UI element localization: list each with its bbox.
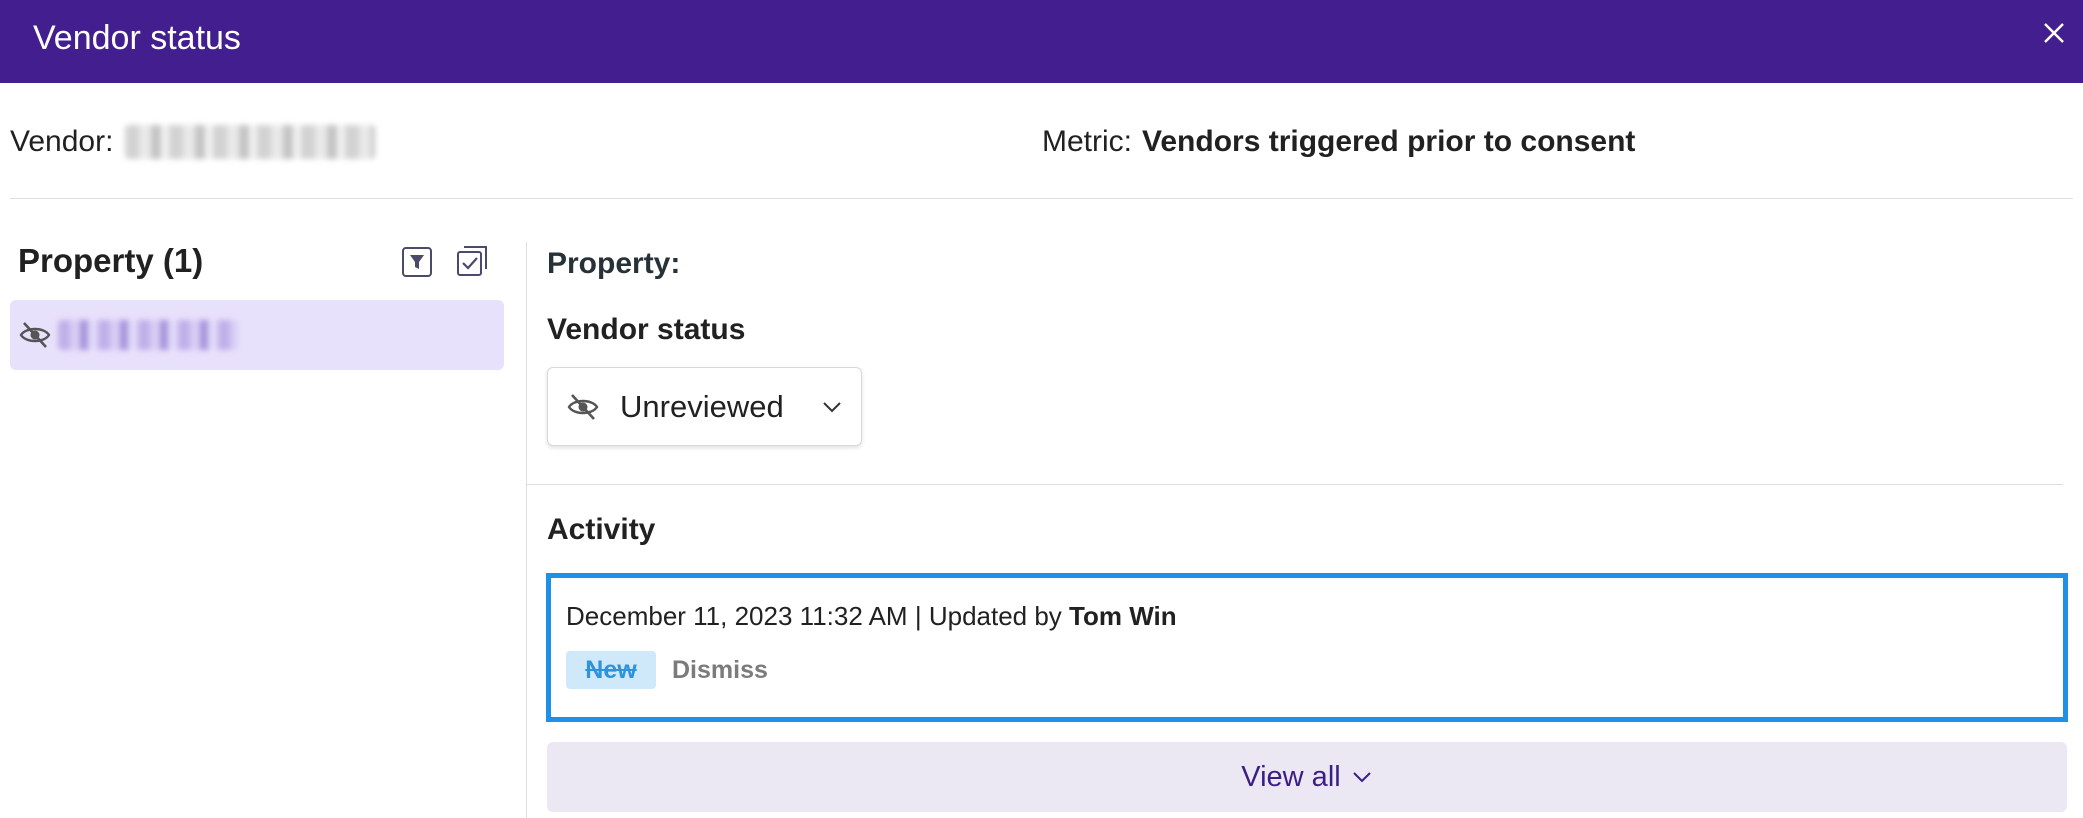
- vendor-info: Vendor:: [10, 120, 376, 164]
- new-status-label: Dismiss: [672, 656, 768, 684]
- modal-title: Vendor status: [33, 19, 241, 57]
- divider: [527, 484, 2063, 485]
- property-list-item[interactable]: [10, 300, 504, 370]
- property-label: Property:: [547, 247, 681, 280]
- divider: [10, 198, 2073, 199]
- vendor-name-redacted: [125, 125, 376, 159]
- activity-heading: Activity: [547, 513, 656, 546]
- eye-off-icon: [567, 393, 599, 420]
- metric-value: Vendors triggered prior to consent: [1142, 125, 1636, 158]
- filter-button[interactable]: [401, 246, 433, 278]
- chevron-down-icon: [823, 402, 841, 413]
- eye-off-icon: [19, 322, 51, 348]
- close-button[interactable]: [2039, 18, 2069, 48]
- vendor-label: Vendor:: [10, 125, 114, 158]
- close-icon: [2044, 23, 2064, 43]
- old-status-badge: New: [566, 651, 656, 689]
- vendor-status-select[interactable]: Unreviewed: [547, 367, 862, 446]
- select-all-button[interactable]: [455, 244, 489, 278]
- modal-header: Vendor status: [0, 0, 2083, 83]
- activity-timestamp: December 11, 2023 11:32 AM: [566, 601, 908, 631]
- select-all-icon: [457, 246, 487, 276]
- metric-info: Metric: Vendors triggered prior to consen…: [1042, 120, 1635, 164]
- vendor-status-heading: Vendor status: [547, 313, 746, 346]
- chevron-down-icon: [1352, 772, 1371, 783]
- activity-user: Tom Win: [1069, 601, 1177, 631]
- vendor-status-value: Unreviewed: [620, 388, 784, 424]
- activity-updated-by-label: Updated by: [928, 601, 1062, 631]
- property-list-title: Property (1): [18, 242, 204, 279]
- metric-label: Metric:: [1042, 125, 1132, 158]
- activity-separator: |: [914, 601, 922, 631]
- activity-item: December 11, 2023 11:32 AM | Updated by …: [546, 573, 2068, 722]
- activity-meta: December 11, 2023 11:32 AM | Updated by …: [566, 598, 1177, 634]
- view-all-label: View all: [1241, 760, 1341, 793]
- panel-divider: [526, 242, 527, 818]
- view-all-button[interactable]: View all: [547, 742, 2067, 812]
- property-name-redacted: [58, 320, 238, 350]
- filter-icon: [402, 247, 432, 277]
